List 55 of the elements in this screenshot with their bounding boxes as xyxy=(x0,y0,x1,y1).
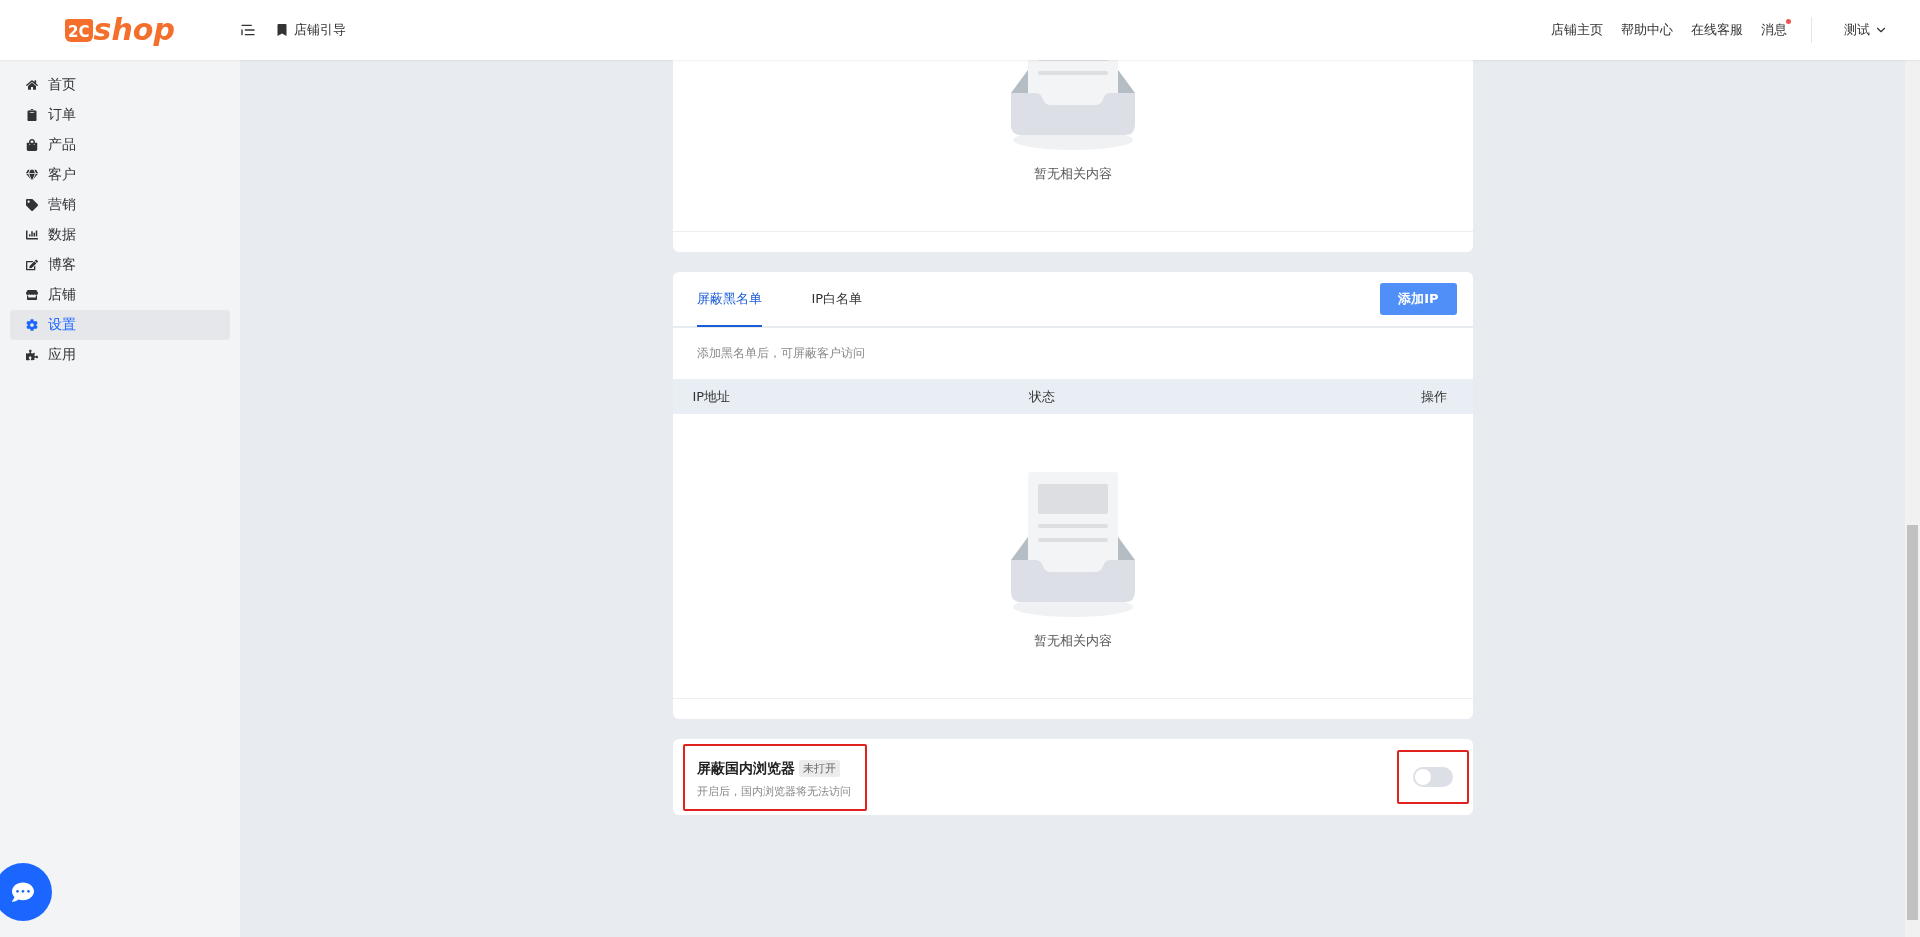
sidebar-item-label[interactable]: 店铺 xyxy=(48,286,76,304)
sidebar-item-label[interactable]: 营销 xyxy=(48,196,76,214)
hint-text: 添加黑名单后，可屏蔽客户访问 xyxy=(695,345,866,362)
setting-description: 开启后，国内浏览器将无法访问 xyxy=(696,783,851,799)
empty-text: 暂无相关内容 xyxy=(1033,632,1112,650)
sidebar-item-label[interactable]: 产品 xyxy=(48,136,76,154)
tab[interactable]: 屏蔽黑名单 xyxy=(696,273,762,327)
sidebar-item[interactable]: 产品 xyxy=(10,130,230,160)
guide-link-label[interactable]: 店铺引导 xyxy=(294,21,346,39)
column-header: 状态 xyxy=(1028,387,1056,406)
store-icon xyxy=(26,289,38,301)
guide-link[interactable]: 店铺引导 xyxy=(276,21,346,39)
sidebar-item-label[interactable]: 客户 xyxy=(48,166,76,184)
scrollbar-thumb[interactable] xyxy=(1907,525,1918,920)
header-link[interactable]: 店铺主页 xyxy=(1551,21,1603,39)
empty-text: 暂无相关内容 xyxy=(1033,165,1112,183)
logo-bag: 2C xyxy=(65,18,93,42)
column-header: 操作 xyxy=(1420,387,1447,406)
clipboard-icon xyxy=(26,109,38,121)
sidebar-item-label[interactable]: 设置 xyxy=(48,316,76,334)
edit-icon xyxy=(26,259,38,271)
sidebar-item[interactable]: 客户 xyxy=(10,160,230,190)
sidebar-item-label[interactable]: 博客 xyxy=(48,256,76,274)
sidebar-item[interactable]: 博客 xyxy=(10,250,230,280)
status-tag: 未打开 xyxy=(798,760,840,777)
sidebar-item[interactable]: 数据 xyxy=(10,220,230,250)
tab[interactable]: IP白名单 xyxy=(811,273,863,327)
messages-link[interactable]: 消息 xyxy=(1761,21,1787,39)
header-link[interactable]: 帮助中心 xyxy=(1621,21,1673,39)
sidebar-item[interactable]: 应用 xyxy=(10,340,230,370)
sidebar-item[interactable]: 订单 xyxy=(10,100,230,130)
bar-chart-icon xyxy=(26,229,38,241)
toggle-switch[interactable] xyxy=(1412,767,1453,787)
sidebar-item[interactable]: 营销 xyxy=(10,190,230,220)
user-menu[interactable]: 测试 xyxy=(1844,21,1888,39)
settings-icon xyxy=(26,319,38,331)
puzzle-icon xyxy=(26,349,38,361)
column-header: IP地址 xyxy=(692,387,732,406)
sidebar-item-label[interactable]: 应用 xyxy=(48,346,76,364)
sidebar-item-label[interactable]: 订单 xyxy=(48,106,76,124)
sidebar-item[interactable]: 设置 xyxy=(10,310,230,340)
bookmark-icon xyxy=(276,24,288,36)
sidebar-item-label[interactable]: 数据 xyxy=(48,226,76,244)
logo-text: shop xyxy=(93,15,175,45)
sidebar-item[interactable]: 店铺 xyxy=(10,280,230,310)
setting-title: 屏蔽国内浏览器 xyxy=(696,759,795,778)
sidebar-item[interactable]: 首页 xyxy=(10,70,230,100)
diamond-icon xyxy=(26,169,38,181)
home-icon xyxy=(26,79,38,91)
bag-icon xyxy=(26,139,38,151)
sidebar-item-label[interactable]: 首页 xyxy=(48,76,76,94)
header-link[interactable]: 在线客服 xyxy=(1691,21,1743,39)
menu-icon[interactable] xyxy=(240,22,256,38)
chat-icon xyxy=(12,881,34,903)
tag-icon xyxy=(26,199,38,211)
